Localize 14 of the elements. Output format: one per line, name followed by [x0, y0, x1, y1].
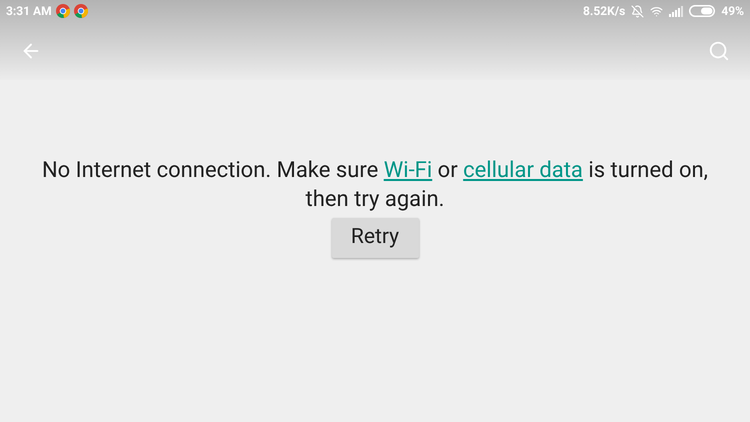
retry-button[interactable]: Retry [332, 218, 418, 258]
battery-icon [689, 5, 716, 17]
settings-link[interactable]: Wi-Fi [384, 158, 432, 183]
network-speed: 8.52K/s [582, 3, 626, 20]
error-message: No Internet connection. Make sure Wi-Fi or cellular data is turned on, then try again. [40, 157, 710, 214]
battery-percentage: 49% [721, 3, 744, 20]
status-time: 3:31 AM [6, 3, 52, 20]
wifi-icon [650, 4, 664, 18]
browser-icon [56, 4, 70, 18]
browser-icon [74, 4, 88, 18]
bell-off-icon [631, 4, 644, 18]
signal-icon [669, 6, 684, 16]
search-button[interactable] [708, 40, 730, 62]
settings-link[interactable]: cellular data [463, 158, 583, 183]
